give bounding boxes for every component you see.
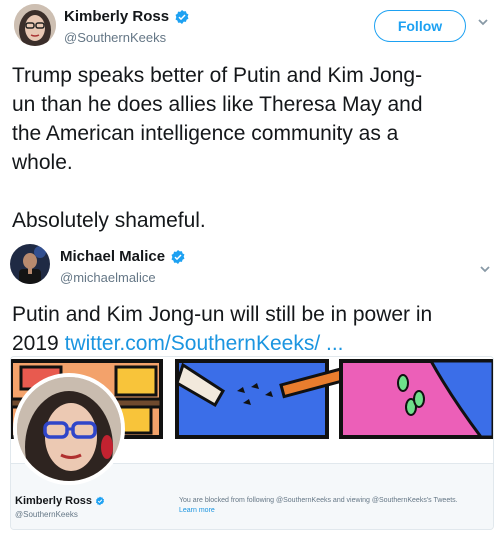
follow-button[interactable]: Follow [374,10,466,42]
profile-card[interactable]: Kimberly Ross @SouthernKeeks You are blo… [10,356,494,530]
profile-avatar[interactable] [13,373,125,485]
profile-avatar-image [17,377,121,481]
verified-badge-icon [175,9,189,24]
author-name-row[interactable]: Kimberly Ross [64,8,190,25]
tweet-text-line: the American intelligence community as a [12,122,399,145]
card-name[interactable]: Kimberly Ross [15,495,92,507]
blocked-message: You are blocked from following @Southern… [179,497,458,504]
tweet-text-line: un than he does allies like Theresa May … [12,93,423,116]
quoted-author-name-row[interactable]: Michael Malice [60,248,186,265]
tweet-text-line: whole. [12,151,73,174]
verified-badge-icon [171,249,185,264]
tweet-text-line: Trump speaks better of Putin and Kim Jon… [12,64,423,87]
author-handle[interactable]: @SouthernKeeks [64,30,166,45]
author-name[interactable]: Kimberly Ross [64,8,169,25]
quoted-tweet-text-prefix: 2019 [12,332,65,355]
verified-badge-icon [95,496,105,506]
card-name-row[interactable]: Kimberly Ross [15,495,105,507]
quoted-author-name[interactable]: Michael Malice [60,248,165,265]
avatar[interactable] [14,4,56,46]
quoted-tweet-link[interactable]: twitter.com/SouthernKeeks/ ... [65,332,344,355]
quoted-avatar[interactable] [10,244,50,284]
quoted-author-handle[interactable]: @michaelmalice [60,270,156,285]
quoted-tweet-text: Putin and Kim Jong-un will still be in p… [12,300,497,358]
tweet-text-line: Absolutely shameful. [12,209,206,232]
learn-more-link[interactable]: Learn more [179,507,215,514]
quoted-avatar-image [10,244,50,284]
chevron-down-icon[interactable] [476,15,490,29]
chevron-down-icon[interactable] [478,262,492,276]
card-handle[interactable]: @SouthernKeeks [15,510,78,519]
avatar-image [14,4,56,46]
tweet-text: Trump speaks better of Putin and Kim Jon… [12,61,492,235]
quoted-tweet-text-line: Putin and Kim Jong-un will still be in p… [12,303,433,326]
